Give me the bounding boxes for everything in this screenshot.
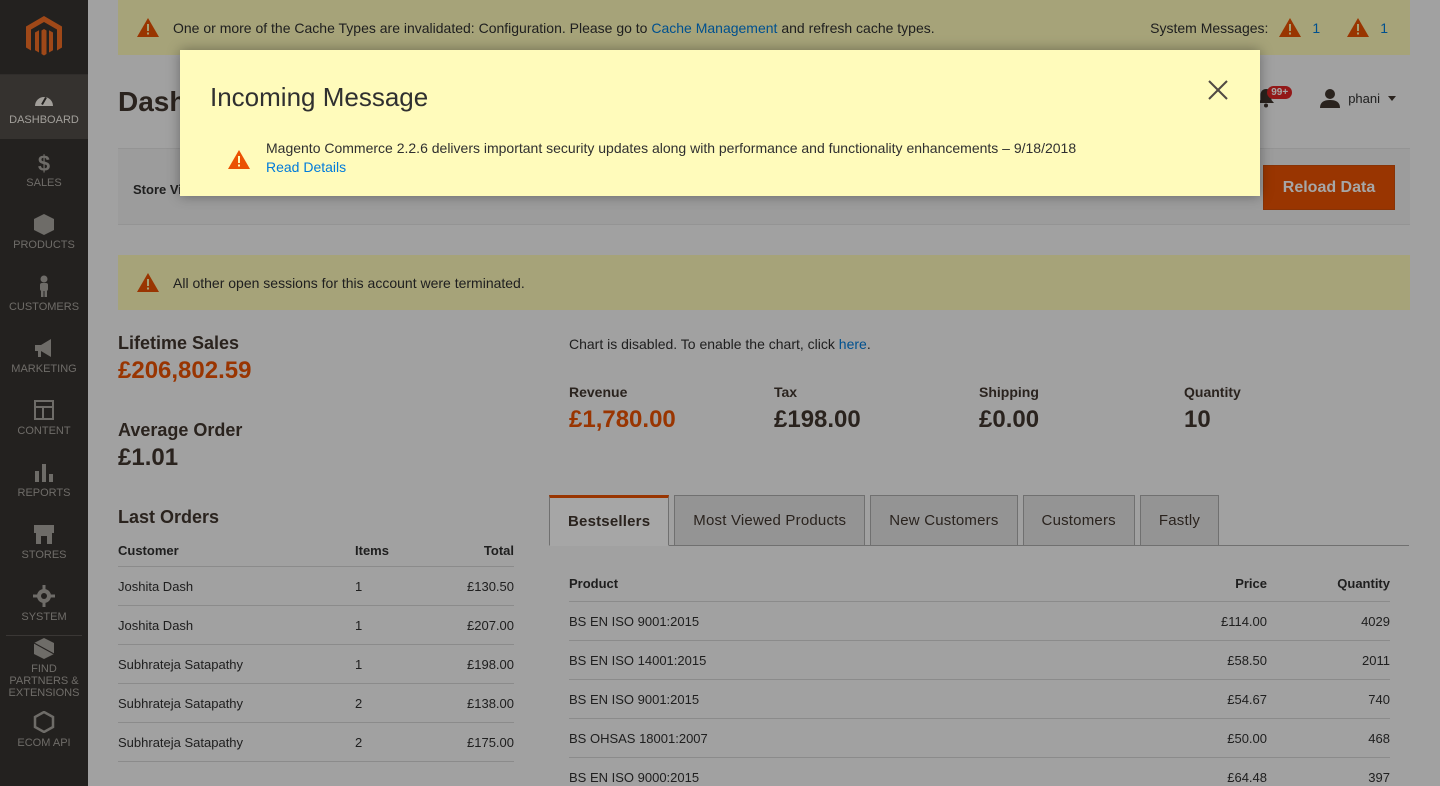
modal-title: Incoming Message: [210, 82, 429, 112]
modal-body: Magento Commerce 2.2.6 delivers importan…: [227, 139, 1076, 177]
warning-icon: [228, 150, 250, 169]
read-details-link[interactable]: Read Details: [266, 159, 346, 175]
incoming-message-modal: Incoming Message Magento Commerce 2.2.6 …: [180, 50, 1260, 196]
modal-message: Magento Commerce 2.2.6 delivers importan…: [266, 140, 1077, 156]
close-icon[interactable]: [1206, 78, 1230, 102]
